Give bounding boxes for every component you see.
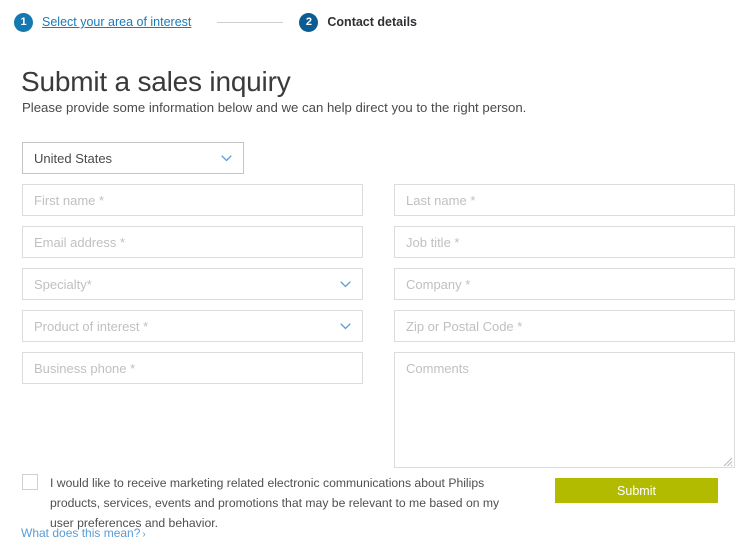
- job-title-input[interactable]: Job title *: [394, 226, 735, 258]
- submit-button[interactable]: Submit: [555, 478, 718, 503]
- step-1-number-badge: 1: [14, 12, 33, 32]
- what-does-this-mean-link[interactable]: What does this mean? ›: [21, 526, 146, 540]
- product-of-interest-placeholder: Product of interest *: [34, 318, 149, 334]
- business-phone-col: Business phone *: [22, 352, 363, 468]
- company-col: Company *: [394, 268, 735, 300]
- chevron-down-icon: [340, 280, 351, 288]
- stepper-step-1[interactable]: 1 Select your area of interest: [14, 12, 191, 32]
- form-row-phone-comments: Business phone * Comments: [22, 352, 735, 468]
- resize-handle-icon[interactable]: [722, 455, 733, 467]
- comments-textarea[interactable]: Comments: [394, 352, 735, 468]
- specialty-select[interactable]: Specialty*: [22, 268, 363, 300]
- form-row-product-zip: Product of interest * Zip or Postal Code…: [22, 310, 735, 342]
- marketing-consent-block: I would like to receive marketing relate…: [22, 473, 522, 533]
- zip-or-postal-code-input[interactable]: Zip or Postal Code *: [394, 310, 735, 342]
- comments-placeholder: Comments: [406, 361, 469, 376]
- business-phone-input[interactable]: Business phone *: [22, 352, 363, 384]
- step-1-label[interactable]: Select your area of interest: [42, 15, 191, 29]
- page-title: Submit a sales inquiry: [21, 66, 291, 97]
- specialty-select-placeholder: Specialty*: [34, 276, 92, 292]
- step-2-label: Contact details: [327, 15, 417, 29]
- what-does-this-mean-label: What does this mean?: [21, 526, 141, 540]
- progress-stepper: 1 Select your area of interest 2 Contact…: [14, 11, 417, 33]
- sales-inquiry-form: United States First name * Last name * E…: [22, 142, 735, 478]
- specialty-col: Specialty*: [22, 268, 363, 300]
- page-subtitle: Please provide some information below an…: [22, 100, 527, 115]
- zip-col: Zip or Postal Code *: [394, 310, 735, 342]
- first-name-input[interactable]: First name *: [22, 184, 363, 216]
- form-row-name: First name * Last name *: [22, 184, 735, 216]
- job-title-col: Job title *: [394, 226, 735, 258]
- email-address-input[interactable]: Email address *: [22, 226, 363, 258]
- form-row-email-job: Email address * Job title *: [22, 226, 735, 258]
- chevron-down-icon: [340, 322, 351, 330]
- last-name-col: Last name *: [394, 184, 735, 216]
- marketing-consent-label: I would like to receive marketing relate…: [50, 476, 500, 530]
- chevron-right-icon: ›: [142, 529, 146, 540]
- country-select[interactable]: United States: [22, 142, 244, 174]
- step-2-number-badge: 2: [299, 12, 319, 32]
- marketing-consent-checkbox[interactable]: [22, 474, 38, 490]
- product-of-interest-select[interactable]: Product of interest *: [22, 310, 363, 342]
- stepper-connector-line: [217, 21, 284, 23]
- comments-col: Comments: [394, 352, 735, 468]
- form-row-specialty-company: Specialty* Company *: [22, 268, 735, 300]
- first-name-col: First name *: [22, 184, 363, 216]
- last-name-input[interactable]: Last name *: [394, 184, 735, 216]
- email-col: Email address *: [22, 226, 363, 258]
- chevron-down-icon: [221, 154, 232, 162]
- stepper-step-2[interactable]: 2 Contact details: [299, 12, 417, 32]
- product-of-interest-col: Product of interest *: [22, 310, 363, 342]
- company-input[interactable]: Company *: [394, 268, 735, 300]
- country-select-value: United States: [34, 150, 113, 166]
